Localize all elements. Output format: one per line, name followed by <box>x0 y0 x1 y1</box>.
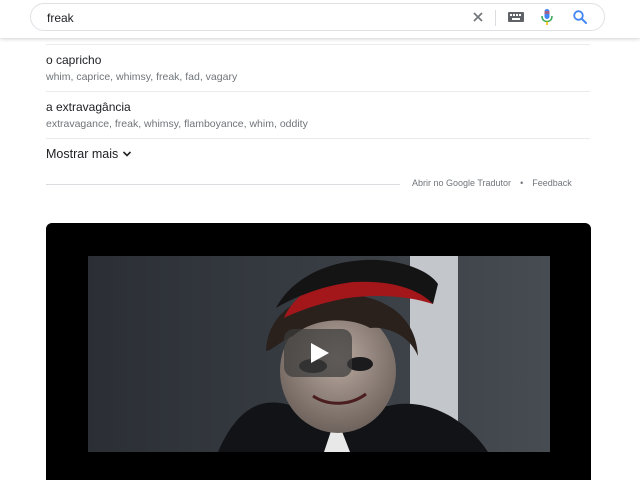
footer-separator: • <box>520 178 524 188</box>
play-icon <box>311 343 329 363</box>
close-icon[interactable] <box>470 9 486 25</box>
translation-row: o capricho whim, caprice, whimsy, freak,… <box>46 53 590 84</box>
feedback-link[interactable]: Feedback <box>532 178 572 188</box>
keyboard-icon[interactable] <box>507 10 525 24</box>
open-google-translate-link[interactable]: Abrir no Google Tradutor <box>412 178 511 188</box>
searchbox-divider <box>495 10 496 26</box>
translation-term: o capricho <box>46 53 102 67</box>
chevron-down-icon <box>123 151 132 157</box>
search-icon[interactable] <box>572 9 588 25</box>
video-player[interactable] <box>46 223 591 480</box>
show-more-label: Mostrar mais <box>46 147 119 161</box>
footer-divider <box>46 184 400 185</box>
row-divider <box>46 91 590 92</box>
play-button[interactable] <box>284 329 352 377</box>
search-box[interactable] <box>30 3 605 31</box>
mic-icon[interactable] <box>540 8 554 26</box>
search-input[interactable] <box>47 9 447 27</box>
translation-row: a extravagância extravagance, freak, whi… <box>46 100 590 131</box>
show-more-button[interactable]: Mostrar mais <box>46 147 132 161</box>
translate-footer: Abrir no Google Tradutor • Feedback <box>412 178 572 188</box>
translation-synonyms: extravagance, freak, whimsy, flamboyance… <box>46 118 308 130</box>
top-search-bar <box>0 0 640 38</box>
translation-term: a extravagância <box>46 100 131 114</box>
row-divider <box>46 138 590 139</box>
translation-synonyms: whim, caprice, whimsy, freak, fad, vagar… <box>46 71 238 83</box>
row-divider <box>46 44 590 45</box>
